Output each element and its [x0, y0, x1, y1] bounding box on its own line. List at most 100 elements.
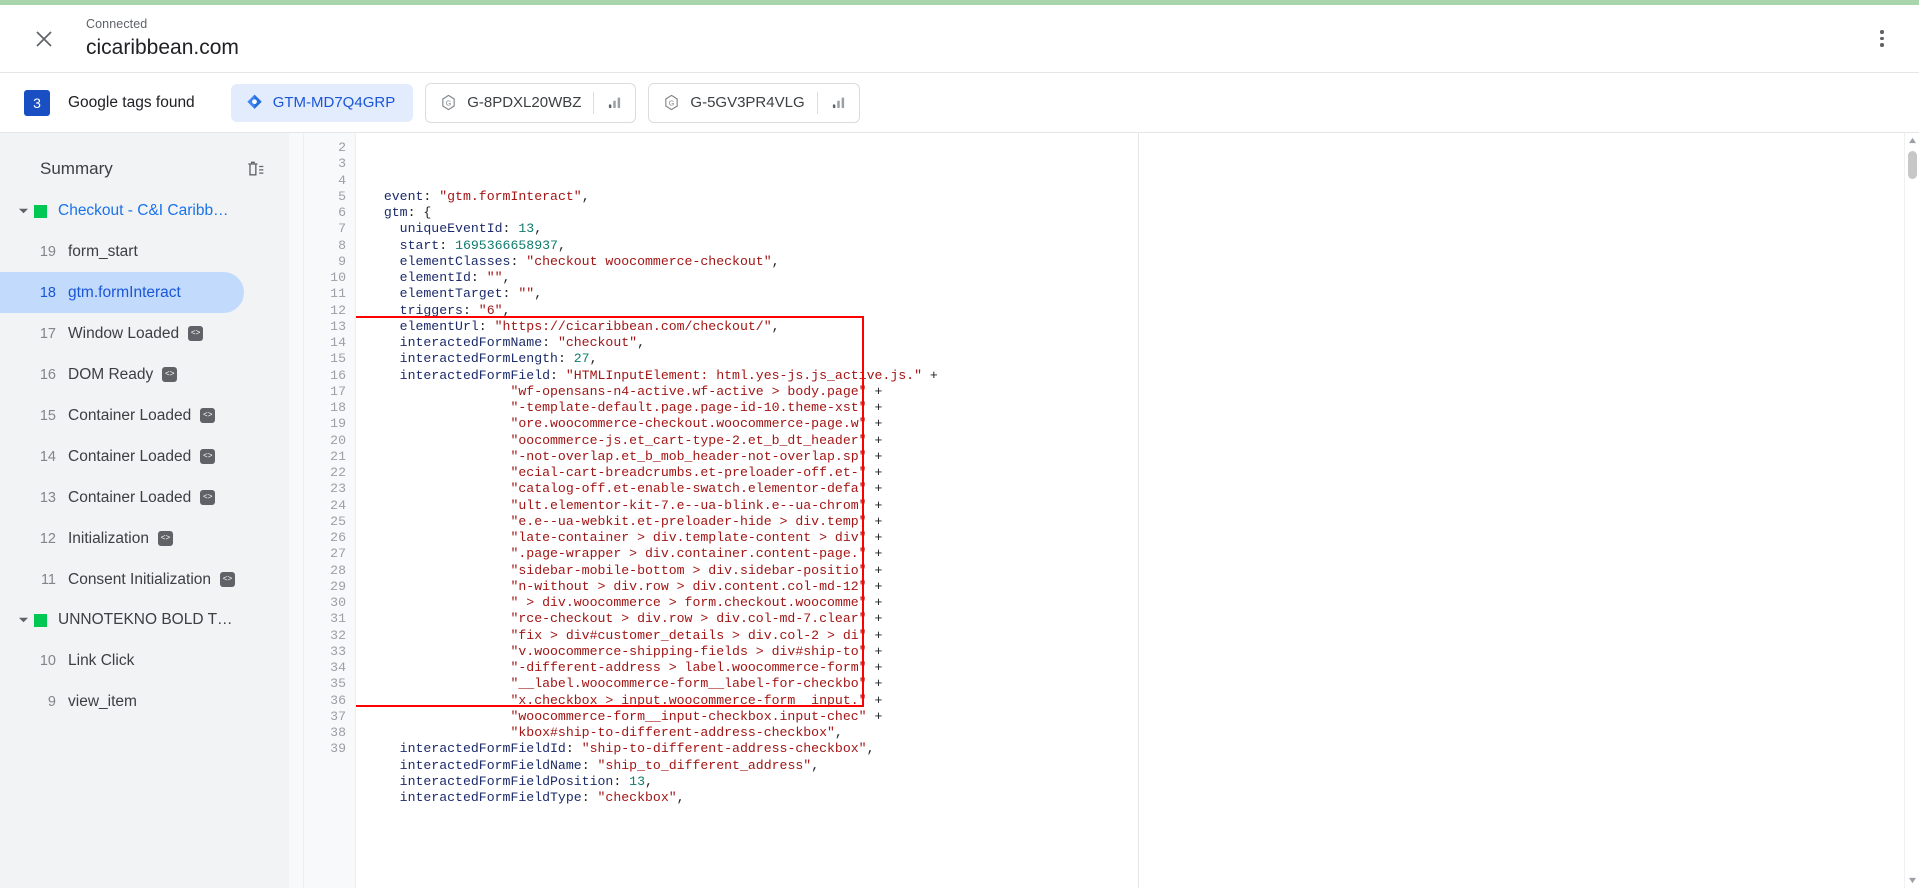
event-list: Checkout - C&I Caribb… 19 form_start 18 gtm.…	[0, 191, 289, 722]
event-name: gtm.formInteract	[68, 283, 181, 301]
code-line: interactedFormField: "HTMLInputElement: …	[399, 367, 938, 383]
code-line: "oocommerce-js.et_cart-type-2.et_b_dt_he…	[510, 432, 883, 448]
code-line: "v.woocommerce-shipping-fields > div#shi…	[510, 643, 883, 659]
code-line: "__label.woocommerce-form__label-for-che…	[510, 676, 883, 692]
vertical-scrollbar[interactable]	[1904, 133, 1919, 888]
close-button[interactable]	[24, 19, 64, 59]
line-number: 7	[338, 221, 346, 237]
more-options-button[interactable]	[1867, 24, 1897, 54]
line-number: 29	[330, 578, 346, 594]
code-line: elementId: "",	[399, 270, 511, 285]
panel-divider	[1138, 133, 1139, 888]
code-snippet-icon: <>	[162, 367, 178, 382]
sidebar-event-link-click[interactable]: 10 Link Click	[0, 640, 244, 681]
code-line: interactedFormName: "checkout",	[399, 335, 645, 350]
code-snippet-icon: <>	[220, 572, 236, 587]
event-name: Window Loaded	[68, 324, 180, 342]
sidebar-event-view-item[interactable]: 9 view_item	[0, 681, 244, 722]
sidebar-group-1[interactable]: UNNOTEKNO BOLD TW…	[0, 600, 289, 640]
line-number: 5	[338, 188, 346, 204]
code-line: "late-container > div.template-content >…	[510, 530, 883, 545]
event-name: view_item	[68, 692, 137, 710]
bar-chart-icon[interactable]	[594, 84, 635, 122]
line-number: 8	[338, 237, 346, 253]
site-domain-title: cicaribbean.com	[86, 36, 239, 59]
code-line: "ult.elementor-kit-7.e--ua-blink.e--ua-c…	[510, 497, 883, 513]
chevron-down-icon[interactable]	[12, 207, 34, 215]
line-number: 27	[330, 546, 346, 562]
code-line: elementClasses: "checkout woocommerce-ch…	[399, 253, 780, 269]
code-line: "n-without > div.row > div.content.col-m…	[510, 578, 883, 594]
tag-chip-ga-1[interactable]: G G-8PDXL20WBZ	[425, 82, 637, 123]
line-number: 25	[330, 513, 346, 529]
code-line: elementTarget: "",	[399, 286, 543, 302]
code-line: "fix > div#customer_details > div.col-2 …	[510, 627, 883, 643]
sidebar-event-container-loaded[interactable]: 13 Container Loaded <>	[0, 477, 244, 518]
line-number: 12	[330, 302, 346, 318]
event-number: 18	[39, 284, 56, 301]
code-line: "woocommerce-form__input-checkbox.input-…	[510, 708, 883, 724]
code-line: "ore.woocommerce-checkout.woocommerce-pa…	[510, 416, 883, 432]
line-number: 23	[330, 481, 346, 497]
datalayer-code-panel[interactable]: 2 3 4 5 6 7 8 9 10 11 12 13 14 15 16 17 18 19 20 21 22 23 24 25…	[289, 133, 1919, 888]
sidebar-group-0[interactable]: Checkout - C&I Caribb…	[0, 191, 289, 231]
kebab-dot	[1880, 43, 1884, 47]
sidebar-event-dom-ready[interactable]: 16 DOM Ready <>	[0, 354, 244, 395]
sidebar-group-label: UNNOTEKNO BOLD TW…	[58, 611, 240, 628]
tag-chip-ga-2[interactable]: G G-5GV3PR4VLG	[648, 82, 860, 123]
line-number: 18	[330, 400, 346, 415]
line-number: 38	[330, 725, 346, 740]
event-name: Initialization	[68, 529, 149, 547]
line-number-gutter: 2 3 4 5 6 7 8 9 10 11 12 13 14 15 16 17 18 19 20 21 22 23 24 25…	[304, 133, 356, 888]
summary-header: Summary	[0, 147, 289, 191]
trash-icon[interactable]	[245, 159, 265, 179]
code-line: interactedFormFieldName: "ship_to_differ…	[399, 757, 820, 773]
panel-left-gutter	[289, 133, 304, 888]
code-line: "x.checkbox > input.woocommerce-form__in…	[510, 692, 883, 708]
sidebar-event-gtm-forminteract[interactable]: 18 gtm.formInteract	[0, 272, 244, 313]
line-number: 37	[330, 708, 346, 724]
google-tag-icon: G	[440, 94, 457, 111]
event-name: Consent Initialization	[68, 570, 212, 588]
code-snippet-icon: <>	[188, 326, 204, 341]
line-number: 39	[330, 741, 346, 757]
bar-chart-icon[interactable]	[818, 84, 859, 122]
chevron-down-icon[interactable]	[12, 616, 34, 624]
line-number: 36	[330, 692, 346, 708]
line-number: 17	[330, 383, 346, 399]
summary-label[interactable]: Summary	[40, 159, 113, 179]
code-line: elementUrl: "https://cicaribbean.com/che…	[399, 318, 780, 334]
sidebar-event-consent-initialization[interactable]: 11 Consent Initialization <>	[0, 559, 244, 600]
sidebar-event-window-loaded[interactable]: 17 Window Loaded <>	[0, 313, 244, 354]
code-line: "wf-opensans-n4-active.wf-active > body.…	[510, 383, 883, 399]
scroll-thumb[interactable]	[1908, 151, 1917, 179]
sidebar-event-initialization[interactable]: 12 Initialization <>	[0, 518, 244, 559]
event-number: 19	[39, 243, 56, 260]
sidebar-event-container-loaded[interactable]: 15 Container Loaded <>	[0, 395, 244, 436]
google-tags-bar: 3 Google tags found GTM-MD7Q4GRP G G-8PD…	[0, 73, 1919, 133]
line-number: 30	[330, 595, 346, 610]
code-line: "rce-checkout > div.row > div.col-md-7.c…	[510, 611, 883, 627]
line-number: 10	[330, 270, 346, 285]
line-number: 4	[338, 172, 346, 188]
code-line: "sidebar-mobile-bottom > div.sidebar-pos…	[510, 562, 883, 578]
status-square	[34, 204, 47, 218]
event-name: Container Loaded	[68, 447, 192, 465]
tag-chip-gtm[interactable]: GTM-MD7Q4GRP	[230, 83, 414, 122]
scroll-up-arrow-icon[interactable]	[1905, 133, 1919, 148]
sidebar-event-container-loaded[interactable]: 14 Container Loaded <>	[0, 436, 244, 477]
event-name: Container Loaded	[68, 406, 192, 424]
line-number: 3	[338, 156, 346, 172]
code-line: "-different-address > label.woocommerce-…	[510, 660, 883, 675]
event-sidebar[interactable]: Summary Checkout - C&I Caribb… 19 form_sta…	[0, 133, 289, 888]
line-number: 19	[330, 416, 346, 432]
sidebar-event-form-start[interactable]: 19 form_start	[0, 231, 244, 272]
event-number: 13	[39, 489, 56, 506]
tags-count-badge: 3	[24, 89, 50, 116]
line-number: 22	[330, 465, 346, 480]
event-name: Link Click	[68, 651, 135, 669]
code-line: gtm: {	[383, 205, 432, 220]
tag-chip-list: GTM-MD7Q4GRP G G-8PDXL20WBZ G G-5GV3PR4V…	[230, 82, 860, 123]
svg-text:G: G	[669, 99, 675, 107]
scroll-down-arrow-icon[interactable]	[1905, 873, 1919, 888]
